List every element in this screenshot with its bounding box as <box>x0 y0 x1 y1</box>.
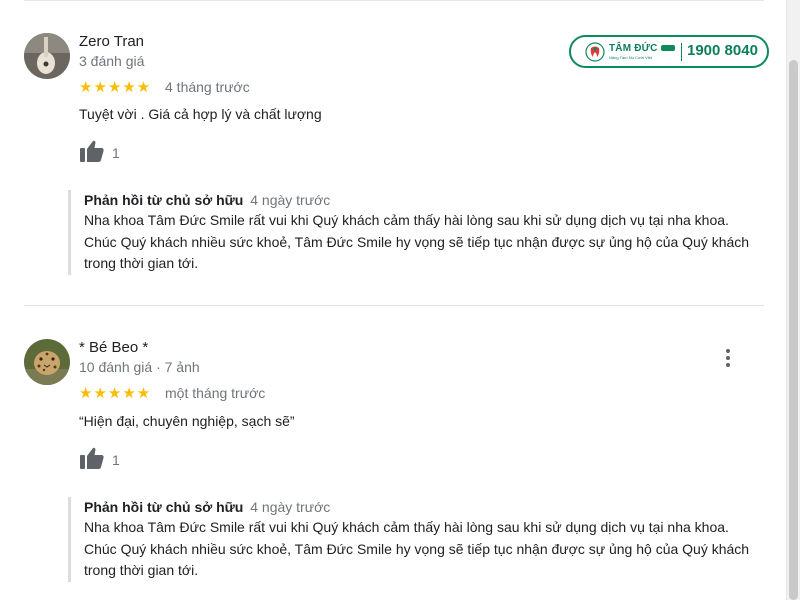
owner-reply-date: 4 ngày trước <box>250 499 331 515</box>
star-rating: ★★★★★ <box>79 385 152 402</box>
scrollbar-thumb[interactable] <box>789 60 798 600</box>
brand-slogan: Nâng Tầm Nụ Cười Việt <box>609 55 652 60</box>
owner-reply: Phản hồi từ chủ sở hữu 4 ngày trước Nha … <box>68 497 768 582</box>
brand-name: TÂM ĐỨC <box>609 43 658 54</box>
scrollbar[interactable] <box>786 0 800 600</box>
avatar[interactable] <box>24 339 70 385</box>
review-date: một tháng trước <box>165 385 266 401</box>
brand-smile-badge <box>661 45 675 51</box>
owner-reply-header: Phản hồi từ chủ sở hữu 4 ngày trước <box>84 190 768 210</box>
review-text: Tuyệt vời . Giá cả hợp lý và chất lượng <box>79 106 322 122</box>
more-options-icon[interactable] <box>722 347 734 369</box>
owner-reply-title: Phản hồi từ chủ sở hữu <box>84 499 244 515</box>
avatar-leopard-image <box>24 339 70 385</box>
brand-badge: TÂM ĐỨC Nâng Tầm Nụ Cười Việt 1900 8040 <box>569 35 769 68</box>
owner-reply-header: Phản hồi từ chủ sở hữu 4 ngày trước <box>84 497 768 517</box>
review-divider <box>24 305 764 306</box>
avatar-guitar-image <box>24 33 70 79</box>
thumbs-up-icon[interactable] <box>79 139 105 163</box>
brand-phone[interactable]: 1900 8040 <box>687 42 758 59</box>
top-divider <box>24 0 764 1</box>
brand-separator <box>681 43 682 61</box>
like-count: 1 <box>112 452 120 468</box>
owner-reply-title: Phản hồi từ chủ sở hữu <box>84 192 244 208</box>
review-date: 4 tháng trước <box>165 79 250 95</box>
owner-reply-text: Nha khoa Tâm Đức Smile rất vui khi Quý k… <box>84 212 750 271</box>
owner-reply: Phản hồi từ chủ sở hữu 4 ngày trước Nha … <box>68 190 768 275</box>
owner-reply-date: 4 ngày trước <box>250 192 331 208</box>
review-author-meta: 3 đánh giá <box>79 53 145 69</box>
review-author[interactable]: * Bé Beo * <box>79 339 148 356</box>
thumbs-up-icon[interactable] <box>79 446 105 470</box>
review-author-meta: 10 đánh giá · 7 ảnh <box>79 359 200 375</box>
like-count: 1 <box>112 145 120 161</box>
owner-reply-text: Nha khoa Tâm Đức Smile rất vui khi Quý k… <box>84 519 750 578</box>
review-author[interactable]: Zero Tran <box>79 33 144 50</box>
review-text: “Hiện đại, chuyên nghiệp, sạch sẽ” <box>79 413 295 429</box>
tooth-logo-icon <box>585 42 605 62</box>
star-rating: ★★★★★ <box>79 79 152 96</box>
avatar[interactable] <box>24 33 70 79</box>
